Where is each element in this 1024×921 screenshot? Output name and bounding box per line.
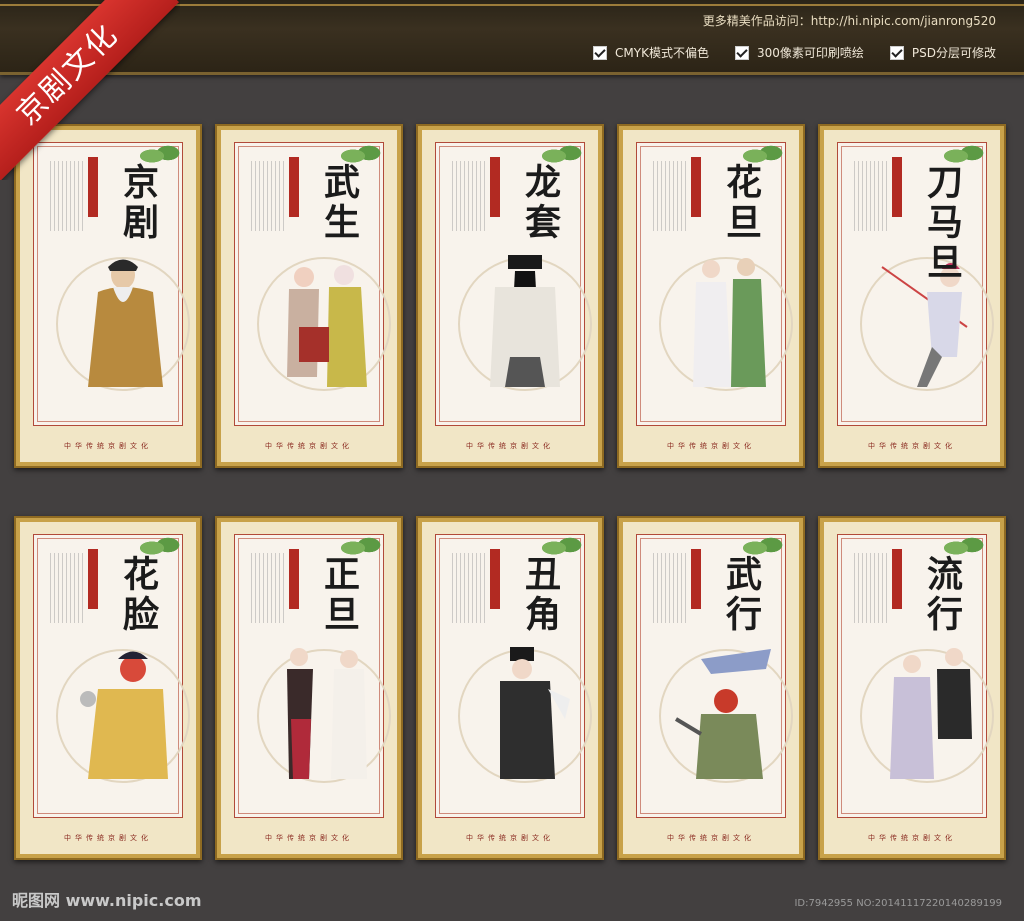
seal-stamp bbox=[289, 157, 299, 217]
poster-panel: 龙套 中华传统京剧文化 bbox=[416, 124, 604, 468]
poster-footer: 中华传统京剧文化 bbox=[868, 442, 956, 450]
seal-stamp bbox=[691, 549, 701, 609]
option-label: PSD分层可修改 bbox=[911, 46, 996, 60]
ribbon-label: 京剧文化 bbox=[0, 0, 180, 180]
poster-title: 正旦 bbox=[318, 555, 360, 635]
poster-panel: 武生 中华传统京剧文化 bbox=[215, 124, 403, 468]
corner-ribbon: 京剧文化 bbox=[0, 0, 180, 180]
poster-footer: 中华传统京剧文化 bbox=[466, 442, 554, 450]
poster-title: 花脸 bbox=[117, 555, 159, 635]
text-block bbox=[854, 553, 888, 623]
image-id-text: ID:7942955 NO:20141117220140289199 bbox=[794, 898, 1002, 909]
poster-panel: 刀马旦 中华传统京剧文化 bbox=[818, 124, 1006, 468]
seal-stamp bbox=[88, 549, 98, 609]
poster-title: 刀马旦 bbox=[921, 163, 963, 283]
option-cmyk: CMYK模式不偏色 bbox=[593, 44, 709, 61]
text-block bbox=[251, 553, 285, 623]
text-block bbox=[854, 161, 888, 231]
seal-stamp bbox=[490, 549, 500, 609]
option-label: CMYK模式不偏色 bbox=[615, 46, 709, 60]
poster-footer: 中华传统京剧文化 bbox=[466, 834, 554, 842]
poster-footer: 中华传统京剧文化 bbox=[667, 442, 755, 450]
checkbox-icon bbox=[593, 45, 608, 60]
checkbox-icon bbox=[734, 45, 749, 60]
opera-figure-illustration bbox=[500, 647, 570, 779]
seal-stamp bbox=[691, 157, 701, 217]
feature-options: CMYK模式不偏色 300像素可印刷喷绘 PSD分层可修改 bbox=[593, 44, 996, 61]
opera-figure-illustration bbox=[674, 649, 771, 779]
poster-title: 花旦 bbox=[720, 163, 762, 243]
poster-panel: 花脸 中华传统京剧文化 bbox=[14, 516, 202, 860]
text-block bbox=[653, 161, 687, 231]
opera-figure-illustration bbox=[693, 258, 766, 387]
poster-footer: 中华传统京剧文化 bbox=[64, 442, 152, 450]
opera-figure-illustration bbox=[80, 651, 168, 779]
poster-title: 龙套 bbox=[519, 163, 561, 243]
poster-panel: 正旦 中华传统京剧文化 bbox=[215, 516, 403, 860]
text-block bbox=[50, 553, 84, 623]
poster-footer: 中华传统京剧文化 bbox=[667, 834, 755, 842]
poster-panel: 花旦 中华传统京剧文化 bbox=[617, 124, 805, 468]
poster-footer: 中华传统京剧文化 bbox=[265, 442, 353, 450]
checkbox-icon bbox=[889, 45, 904, 60]
text-block bbox=[251, 161, 285, 231]
more-works-text: 更多精美作品访问：http://hi.nipic.com/jianrong520 bbox=[702, 14, 996, 28]
seal-stamp bbox=[490, 157, 500, 217]
text-block bbox=[452, 161, 486, 231]
poster-footer: 中华传统京剧文化 bbox=[64, 834, 152, 842]
poster-panel: 丑角 中华传统京剧文化 bbox=[416, 516, 604, 860]
poster-footer: 中华传统京剧文化 bbox=[868, 834, 956, 842]
opera-figure-illustration bbox=[890, 648, 972, 779]
seal-stamp bbox=[892, 157, 902, 217]
opera-figure-illustration bbox=[88, 259, 163, 387]
site-watermark: 昵图网 www.nipic.com bbox=[12, 891, 202, 910]
opera-figure-illustration bbox=[490, 255, 560, 387]
text-block bbox=[653, 553, 687, 623]
poster-title: 丑角 bbox=[519, 555, 561, 635]
poster-title: 武行 bbox=[720, 555, 762, 635]
option-label: 300像素可印刷喷绘 bbox=[756, 46, 864, 60]
option-300dpi: 300像素可印刷喷绘 bbox=[734, 44, 864, 61]
option-psd: PSD分层可修改 bbox=[889, 44, 996, 61]
seal-stamp bbox=[289, 549, 299, 609]
poster-footer: 中华传统京剧文化 bbox=[265, 834, 353, 842]
opera-figure-illustration bbox=[287, 648, 367, 779]
poster-panel: 武行 中华传统京剧文化 bbox=[617, 516, 805, 860]
opera-figure-illustration bbox=[287, 265, 367, 387]
poster-title: 流行 bbox=[921, 555, 963, 635]
poster-title: 武生 bbox=[318, 163, 360, 243]
poster-panel: 流行 中华传统京剧文化 bbox=[818, 516, 1006, 860]
text-block bbox=[452, 553, 486, 623]
seal-stamp bbox=[892, 549, 902, 609]
